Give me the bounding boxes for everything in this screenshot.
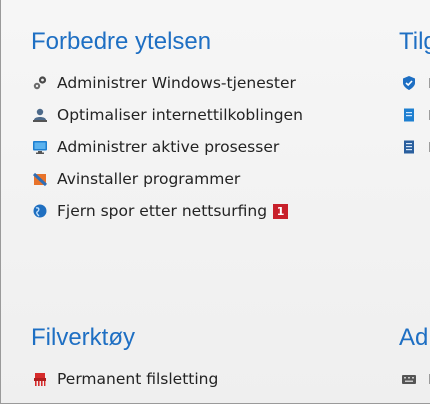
item-optimize-internet[interactable]: Optimaliser internettilkoblingen: [31, 99, 391, 131]
number-badge: 1: [273, 203, 289, 219]
network-user-icon: [32, 107, 48, 123]
monitor-icon: [32, 139, 48, 155]
item-permanent-file-delete[interactable]: Permanent filsletting: [31, 363, 391, 395]
keyboard-icon: [401, 371, 417, 387]
shield-icon: [401, 75, 417, 91]
item-label: Optimaliser internettilkoblingen: [57, 106, 303, 124]
right-item-shield[interactable]: [399, 67, 430, 99]
section-performance: Forbedre ytelsen Administrer Windows-tje…: [31, 26, 391, 227]
section-title-file-tools: Filverktøy: [31, 324, 135, 351]
file-list-icon: [401, 139, 417, 155]
document-icon: [401, 107, 417, 123]
item-label: Avinstaller programmer: [57, 170, 241, 188]
gears-icon: [32, 75, 48, 91]
item-label: Fjern spor etter nettsurfing: [57, 202, 268, 220]
item-uninstall-programs[interactable]: Avinstaller programmer: [31, 163, 391, 195]
item-label: Administrer Windows-tjenester: [57, 74, 296, 92]
item-label: Administrer aktive prosesser: [57, 138, 280, 156]
section-right-bottom: Ad: [399, 322, 430, 395]
shredder-icon: [32, 371, 48, 387]
section-right-top: Tilg: [399, 26, 430, 163]
item-manage-windows-services[interactable]: Administrer Windows-tjenester: [31, 67, 391, 99]
section-title-right-top: Tilg: [399, 28, 430, 55]
window-panel: Forbedre ytelsen Administrer Windows-tje…: [0, 0, 430, 404]
section-file-tools: Filverktøy Permanent filsletting: [31, 322, 391, 395]
globe-icon: [32, 203, 48, 219]
item-clear-browsing-traces[interactable]: Fjern spor etter nettsurfing 1: [31, 195, 391, 227]
right-item-tool[interactable]: [399, 363, 430, 395]
section-title-right-bottom: Ad: [399, 324, 429, 351]
item-label: Permanent filsletting: [57, 370, 219, 388]
right-item-file-list[interactable]: [399, 131, 430, 163]
item-manage-processes[interactable]: Administrer aktive prosesser: [31, 131, 391, 163]
uninstall-icon: [32, 171, 48, 187]
section-title-performance: Forbedre ytelsen: [31, 28, 212, 55]
right-item-document[interactable]: [399, 99, 430, 131]
